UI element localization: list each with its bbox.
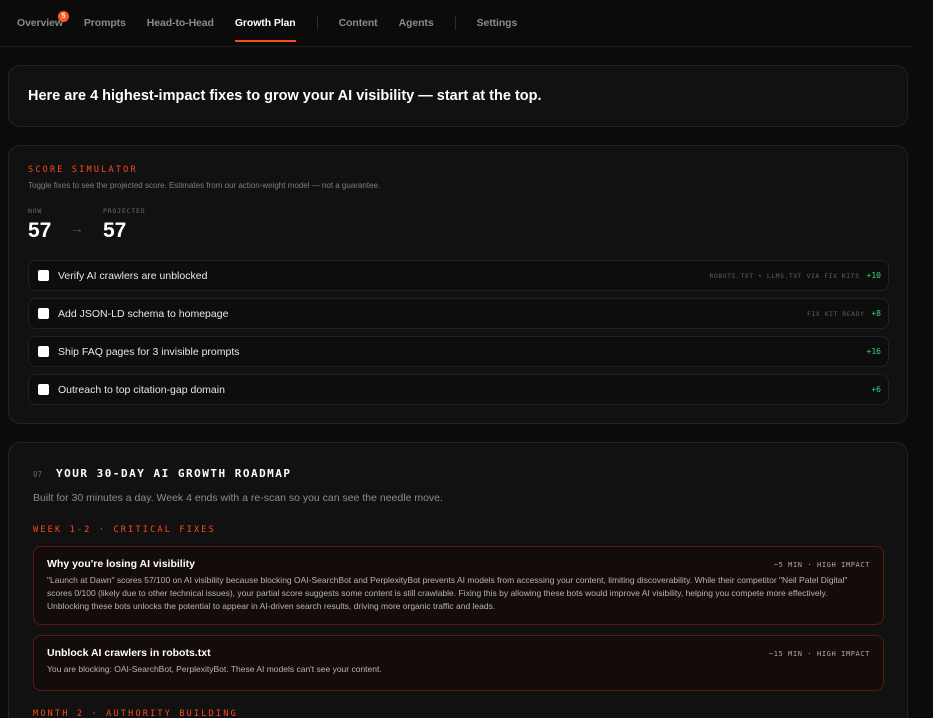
- tab-agents[interactable]: Agents: [399, 0, 434, 47]
- fix-tag: ROBOTS.TXT + LLMS.TXT VIA FIX KITS: [709, 271, 860, 280]
- task-card-visibility[interactable]: Why you're losing AI visibility ~5 MIN ·…: [33, 546, 884, 625]
- now-score: 57: [28, 219, 52, 242]
- task-meta: ~5 MIN · HIGH IMPACT: [773, 561, 870, 569]
- checkbox[interactable]: [38, 308, 49, 319]
- hero-card: Here are 4 highest-impact fixes to grow …: [8, 65, 908, 127]
- fix-label: Ship FAQ pages for 3 invisible prompts: [58, 345, 240, 358]
- arrow-right-icon: →: [70, 220, 84, 236]
- fix-label: Add JSON-LD schema to homepage: [58, 307, 229, 320]
- tab-head-to-head[interactable]: Head-to-Head: [147, 0, 214, 47]
- fix-toggle-crawlers[interactable]: Verify AI crawlers are unblocked ROBOTS.…: [28, 260, 889, 291]
- fix-toggle-outreach[interactable]: Outreach to top citation-gap domain +6: [28, 374, 889, 405]
- tab-prompts[interactable]: Prompts: [84, 0, 126, 47]
- fix-toggle-faq[interactable]: Ship FAQ pages for 3 invisible prompts +…: [28, 336, 889, 367]
- hero-title: Here are 4 highest-impact fixes to grow …: [28, 88, 542, 104]
- roadmap-title: YOUR 30-DAY AI GROWTH ROADMAP: [56, 467, 292, 480]
- tab-settings[interactable]: Settings: [477, 0, 518, 47]
- fix-label: Verify AI crawlers are unblocked: [58, 269, 208, 282]
- projected-label: PROJECTED: [103, 207, 146, 215]
- section-number: 07: [33, 470, 43, 479]
- task-card-robots[interactable]: Unblock AI crawlers in robots.txt ~15 MI…: [33, 635, 884, 691]
- tab-overview[interactable]: Overview 5: [17, 0, 69, 47]
- tab-content[interactable]: Content: [339, 0, 378, 47]
- checkbox[interactable]: [38, 270, 49, 281]
- projected-score: 57: [103, 219, 127, 242]
- fix-label: Outreach to top citation-gap domain: [58, 383, 225, 396]
- tab-label: Prompts: [83, 17, 126, 29]
- fix-points: +6: [871, 385, 881, 394]
- fix-points: +16: [866, 347, 881, 356]
- roadmap-subtitle: Built for 30 minutes a day. Week 4 ends …: [33, 492, 443, 504]
- task-title: Why you're losing AI visibility: [47, 558, 195, 570]
- checkbox[interactable]: [38, 384, 49, 395]
- tab-label: Agents: [398, 17, 434, 29]
- roadmap-card: 07 YOUR 30-DAY AI GROWTH ROADMAP Built f…: [8, 442, 908, 718]
- task-body: You are blocking: OAI-SearchBot, Perplex…: [47, 664, 382, 674]
- checkbox[interactable]: [38, 346, 49, 357]
- tab-label: Settings: [476, 17, 518, 29]
- task-title: Unblock AI crawlers in robots.txt: [47, 647, 211, 659]
- notification-badge: 5: [57, 10, 69, 22]
- phase-heading-week-1-2: WEEK 1-2 · CRITICAL FIXES: [33, 525, 216, 535]
- tab-label: Growth Plan: [234, 17, 296, 29]
- tab-label: Head-to-Head: [146, 17, 214, 29]
- fix-points: +10: [866, 271, 881, 280]
- fix-points: +8: [871, 309, 881, 318]
- tab-label: Overview: [17, 17, 63, 29]
- task-meta: ~15 MIN · HIGH IMPACT: [768, 650, 870, 658]
- simulator-eyebrow: SCORE SIMULATOR: [28, 165, 138, 175]
- fix-toggle-schema[interactable]: Add JSON-LD schema to homepage FIX KIT R…: [28, 298, 889, 329]
- now-label: NOW: [28, 207, 43, 215]
- fix-tag: FIX KIT READY: [806, 309, 865, 318]
- tab-label: Content: [338, 17, 378, 29]
- phase-heading-month-2: MONTH 2 · AUTHORITY BUILDING: [33, 709, 238, 718]
- nav-divider: [454, 16, 456, 30]
- tab-growth-plan[interactable]: Growth Plan: [234, 0, 296, 47]
- top-nav: Overview 5 Prompts Head-to-Head Growth P…: [0, 0, 913, 47]
- nav-divider: [316, 16, 318, 30]
- simulator-subtitle: Toggle fixes to see the projected score.…: [28, 181, 381, 190]
- score-simulator-card: SCORE SIMULATOR Toggle fixes to see the …: [8, 145, 908, 424]
- task-body: "Launch at Dawn" scores 57/100 on AI vis…: [47, 575, 848, 611]
